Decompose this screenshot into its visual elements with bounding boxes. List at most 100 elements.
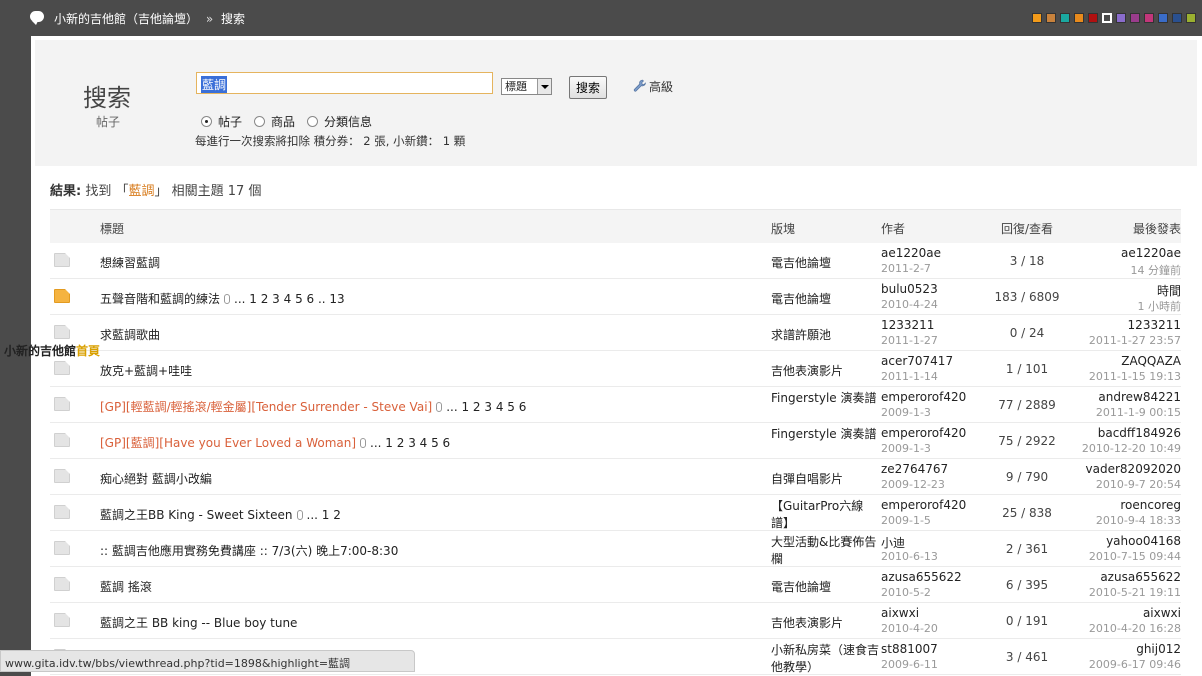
theme-swatch[interactable] [1060, 13, 1070, 23]
author-link[interactable]: acer707417 [881, 354, 953, 368]
author-link[interactable]: emperorof420 [881, 426, 966, 440]
last-post-time[interactable]: 2010-5-21 19:11 [1089, 586, 1181, 599]
thread-title-link[interactable]: 五聲音階和藍調的練法 [100, 292, 220, 306]
theme-swatch[interactable] [1032, 13, 1042, 23]
last-poster-link[interactable]: vader82092020 [1086, 462, 1181, 476]
last-poster-link[interactable]: andrew84221 [1098, 390, 1181, 404]
board-link[interactable]: 大型活動&比賽佈告欄 [771, 534, 881, 568]
thread-title-link[interactable]: [GP][輕藍調/輕搖滾/輕金屬][Tender Surrender - Ste… [100, 400, 432, 414]
last-poster-link[interactable]: ae1220ae [1121, 246, 1181, 260]
author-link[interactable]: bulu0523 [881, 282, 938, 296]
last-post-time[interactable]: 14 分鐘前 [1131, 262, 1182, 278]
post-date: 2009-12-23 [881, 478, 945, 491]
last-poster-link[interactable]: roencoreg [1120, 498, 1181, 512]
thread-title: 放克+藍調+哇哇 [100, 362, 192, 379]
folder-icon [54, 325, 70, 339]
last-poster-link[interactable]: yahoo04168 [1106, 534, 1181, 548]
author-link[interactable]: aixwxi [881, 606, 919, 620]
board-link[interactable]: 小新私房菜（速食吉他教學） [771, 642, 881, 676]
header-author[interactable]: 作者 [881, 220, 905, 237]
thread-title-link[interactable]: 放克+藍調+哇哇 [100, 364, 192, 378]
theme-swatch[interactable] [1158, 13, 1168, 23]
last-poster-link[interactable]: ghij012 [1136, 642, 1181, 656]
board-link[interactable]: 吉他表演影片 [771, 614, 843, 631]
board-link[interactable]: 電吉他論壇 [771, 290, 831, 307]
search-type-radio[interactable]: 帖子 [201, 113, 242, 130]
table-row: 求藍調歌曲 求譜許願池 1233211 2011-1-27 0 / 24 1233211 2… [50, 315, 1181, 351]
board-link[interactable]: Fingerstyle 演奏譜 [771, 426, 881, 443]
theme-swatch[interactable] [1172, 13, 1182, 23]
theme-swatch[interactable] [1144, 13, 1154, 23]
last-poster-link[interactable]: 時間 [1157, 282, 1181, 299]
last-poster-link[interactable]: ZAQQAZA [1121, 354, 1181, 368]
board-link[interactable]: 自彈自唱影片 [771, 470, 843, 487]
last-post-time[interactable]: 2010-9-4 18:33 [1096, 514, 1181, 527]
advanced-search-link[interactable]: 高級 [633, 78, 673, 95]
last-post-time[interactable]: 2011-1-15 19:13 [1089, 370, 1181, 383]
breadcrumb-site[interactable]: 小新的吉他館（吉他論壇） [54, 12, 198, 26]
last-post-time[interactable]: 1 小時前 [1138, 298, 1182, 314]
thread-title-link[interactable]: 想練習藍調 [100, 256, 160, 270]
theme-swatch[interactable] [1116, 13, 1126, 23]
header-replies[interactable]: 回復/查看 [975, 220, 1079, 237]
home-link[interactable]: 小新的吉他館首頁 [4, 342, 100, 359]
search-type-group: 帖子 商品 分類信息 [201, 113, 372, 130]
thread-title-link[interactable]: :: 藍調吉他應用實務免費講座 :: 7/3(六) 晚上7:00-8:30 [100, 544, 398, 558]
result-keyword: 藍調 [128, 184, 155, 199]
author-link[interactable]: emperorof420 [881, 390, 966, 404]
last-post-time[interactable]: 2010-9-7 20:54 [1096, 478, 1181, 491]
theme-swatch[interactable] [1102, 13, 1112, 23]
board-link[interactable]: Fingerstyle 演奏譜 [771, 390, 881, 407]
home-link-site: 小新的吉他館 [4, 344, 77, 358]
author-link[interactable]: ae1220ae [881, 246, 941, 260]
theme-swatch[interactable] [1130, 13, 1140, 23]
last-poster-link[interactable]: aixwxi [1143, 606, 1181, 620]
header-title[interactable]: 標題 [100, 220, 124, 237]
thread-title-link[interactable]: 藍調之王 BB king -- Blue boy tune [100, 616, 297, 630]
author-link[interactable]: 小迪 [881, 534, 905, 551]
theme-swatch[interactable] [1046, 13, 1056, 23]
board-link[interactable]: 求譜許願池 [771, 326, 831, 343]
last-post-time[interactable]: 2011-1-9 00:15 [1096, 406, 1181, 419]
search-type-radio[interactable]: 分類信息 [307, 113, 372, 130]
search-button[interactable]: 搜索 [569, 76, 607, 99]
last-poster-link[interactable]: bacdff184926 [1098, 426, 1181, 440]
last-post-time[interactable]: 2010-12-20 10:49 [1082, 442, 1181, 455]
board-link[interactable]: 【GuitarPro六線譜】 [771, 498, 881, 532]
board-link[interactable]: 電吉他論壇 [771, 578, 831, 595]
author-link[interactable]: azusa655622 [881, 570, 962, 584]
theme-swatch[interactable] [1074, 13, 1084, 23]
author-link[interactable]: ze2764767 [881, 462, 948, 476]
thread-title-link[interactable]: 藍調之王BB King - Sweet Sixteen [100, 508, 293, 522]
thread-pages[interactable]: ... 1 2 3 4 5 6 [446, 400, 526, 414]
last-post-time[interactable]: 2009-6-17 09:46 [1089, 658, 1181, 671]
thread-title-link[interactable]: [GP][藍調][Have you Ever Loved a Woman] [100, 436, 356, 450]
last-post-time[interactable]: 2010-7-15 09:44 [1089, 550, 1181, 563]
last-poster-link[interactable]: azusa655622 [1100, 570, 1181, 584]
thread-title: 藍調之王 BB king -- Blue boy tune [100, 614, 297, 631]
theme-swatch[interactable] [1186, 13, 1196, 23]
header-last-post[interactable]: 最後發表 [1133, 220, 1181, 237]
thread-title-link[interactable]: 藍調 搖滾 [100, 580, 152, 594]
reply-view-count: 0 / 24 [1009, 326, 1045, 340]
header-board[interactable]: 版塊 [771, 220, 795, 237]
thread-title-link[interactable]: 痴心絕對 藍調小改編 [100, 472, 212, 486]
main-panel: 搜索 帖子 藍調 標題 搜索 高級 帖子 商品 分類信息 每進行一次搜索將扣除 積分… [31, 36, 1202, 676]
search-type-radio[interactable]: 商品 [254, 113, 295, 130]
last-post-time[interactable]: 2011-1-27 23:57 [1089, 334, 1181, 347]
board-link[interactable]: 電吉他論壇 [771, 254, 831, 271]
author-link[interactable]: 1233211 [881, 318, 934, 332]
theme-swatch[interactable] [1088, 13, 1098, 23]
search-input[interactable] [196, 72, 493, 94]
thread-title-link[interactable]: 求藍調歌曲 [100, 328, 160, 342]
search-scope-select[interactable]: 標題 [501, 78, 552, 95]
author-link[interactable]: emperorof420 [881, 498, 966, 512]
post-date: 2010-4-24 [881, 298, 938, 311]
last-post-time[interactable]: 2010-4-20 16:28 [1089, 622, 1181, 635]
thread-pages[interactable]: ... 1 2 3 4 5 6 .. 13 [234, 292, 345, 306]
last-poster-link[interactable]: 1233211 [1128, 318, 1181, 332]
thread-pages[interactable]: ... 1 2 [307, 508, 341, 522]
thread-pages[interactable]: ... 1 2 3 4 5 6 [370, 436, 450, 450]
author-link[interactable]: st881007 [881, 642, 938, 656]
board-link[interactable]: 吉他表演影片 [771, 362, 843, 379]
